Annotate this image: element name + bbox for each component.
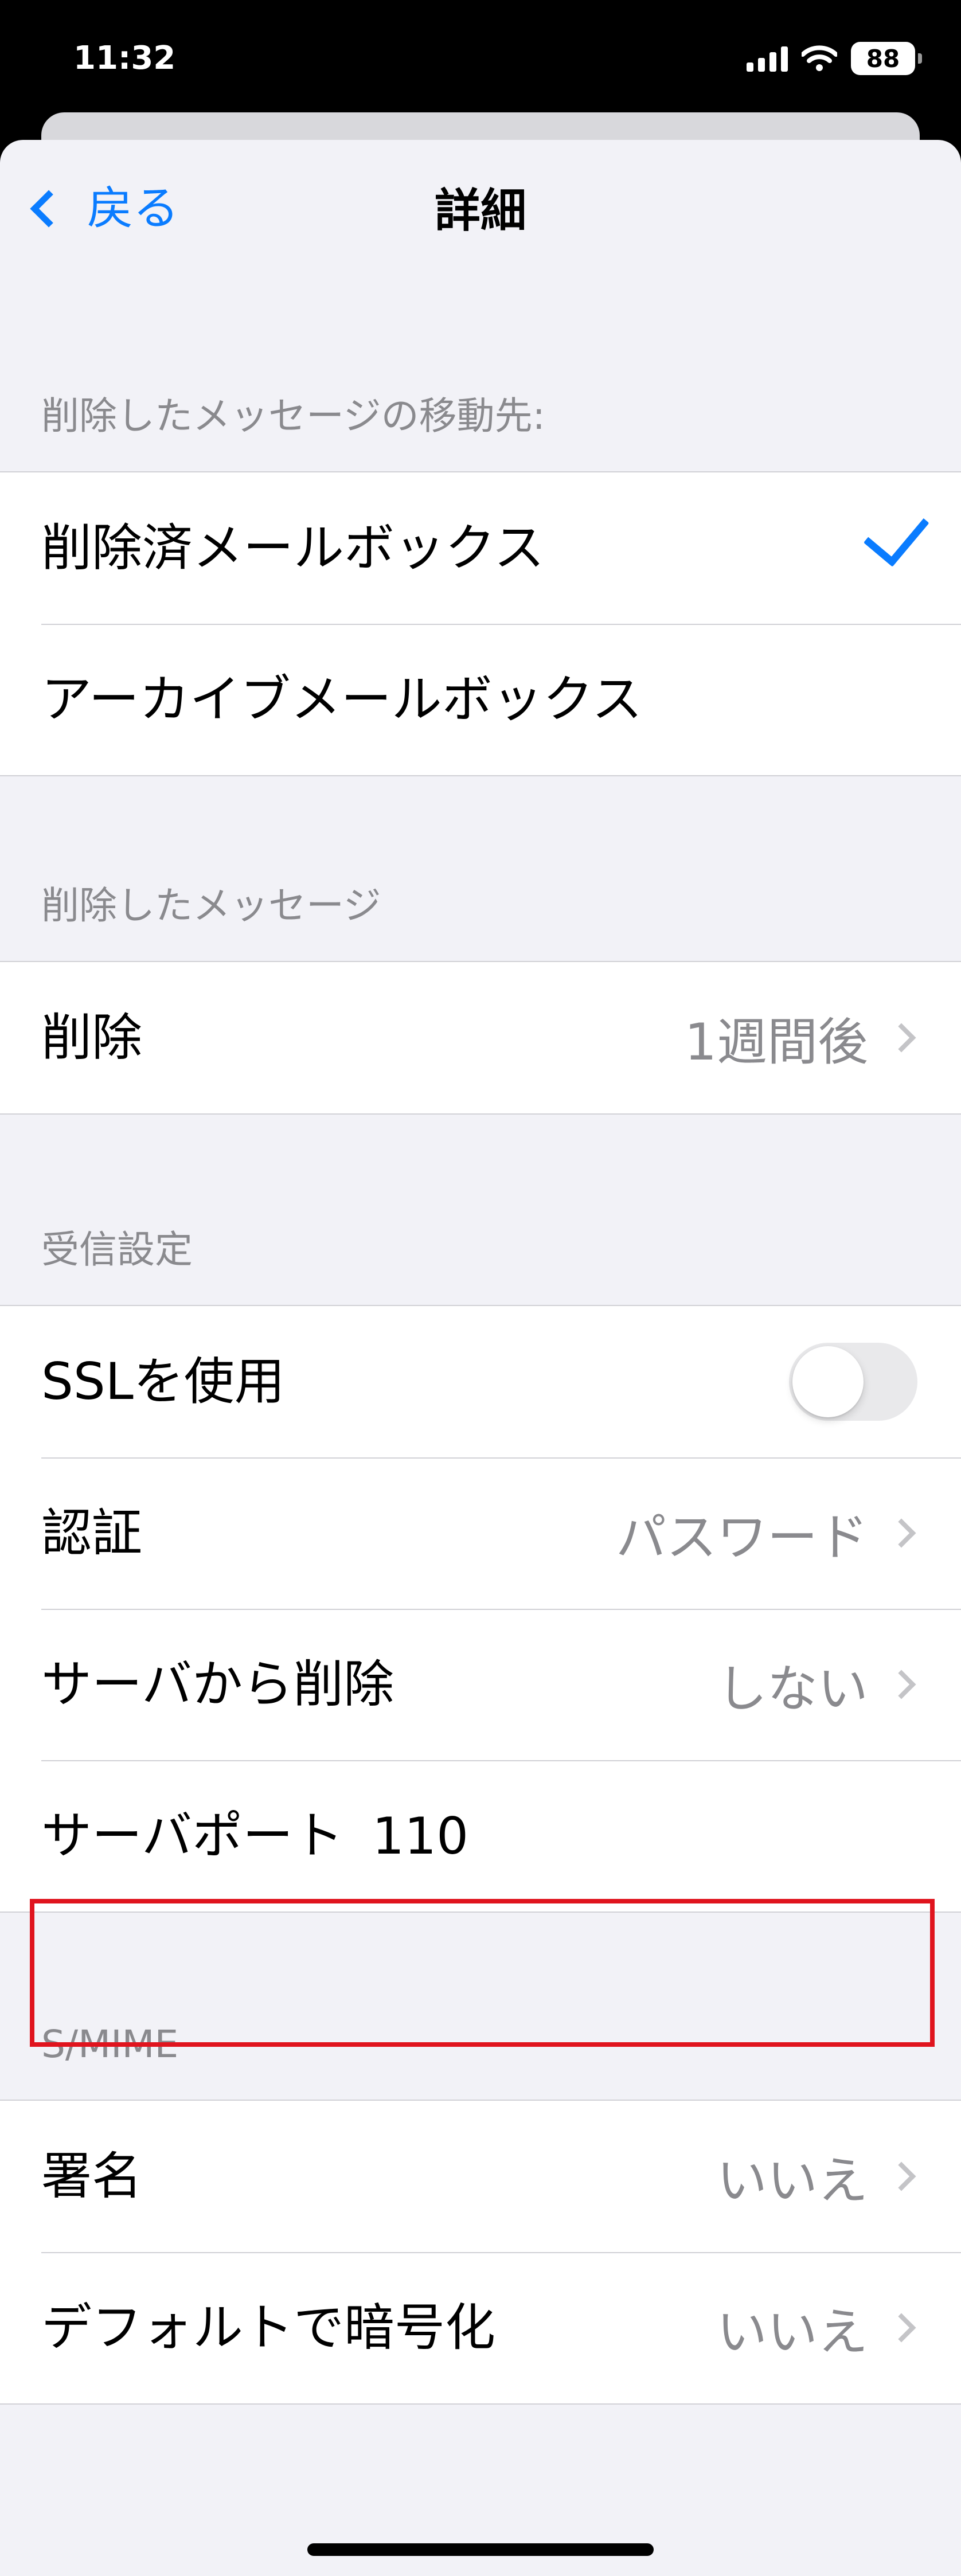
section-header-smime: S/MIME xyxy=(41,2022,179,2066)
row-label: SSLを使用 xyxy=(41,1352,285,1411)
option-label: 削除済メールボックス xyxy=(41,518,545,577)
server-port-row: サーバポート 110 xyxy=(0,1760,961,1912)
move-deleted-group: 削除済メールボックス アーカイブメールボックス xyxy=(0,471,961,776)
status-icons: 88 xyxy=(747,40,922,77)
incoming-settings-group: SSLを使用 認証 パスワード サーバから削除 しない サーバポート 110 xyxy=(0,1305,961,1913)
option-archive-mailbox[interactable]: アーカイブメールボックス xyxy=(0,624,961,775)
row-value: しない xyxy=(716,1659,868,1718)
chevron-right-icon xyxy=(886,2161,916,2191)
server-port-field[interactable]: 110 xyxy=(372,1807,468,1866)
option-deleted-mailbox[interactable]: 削除済メールボックス xyxy=(0,472,961,624)
chevron-right-icon xyxy=(886,2313,916,2343)
delete-after-row[interactable]: 削除 1週間後 xyxy=(0,962,961,1113)
section-header-incoming: 受信設定 xyxy=(41,1228,193,1272)
toggle-knob xyxy=(792,1346,864,1417)
home-indicator[interactable] xyxy=(307,2543,654,2556)
row-label: 削除 xyxy=(41,1008,143,1067)
status-bar: 11:32 88 xyxy=(0,0,961,115)
battery-icon: 88 xyxy=(851,42,922,75)
row-label: サーバから削除 xyxy=(41,1655,394,1714)
navigation-bar: 戻る 詳細 xyxy=(0,140,961,273)
settings-sheet: 戻る 詳細 削除したメッセージの移動先: 削除済メールボックス アーカイブメール… xyxy=(0,140,961,2576)
smime-group: 署名 いいえ デフォルトで暗号化 いいえ xyxy=(0,2100,961,2405)
page-title: 詳細 xyxy=(435,184,526,237)
row-label: サーバポート xyxy=(41,1806,344,1865)
chevron-right-icon xyxy=(886,1518,916,1548)
row-label: 認証 xyxy=(41,1503,143,1562)
row-label: 署名 xyxy=(41,2147,143,2206)
ssl-row: SSLを使用 xyxy=(0,1306,961,1457)
section-header-deleted-messages: 削除したメッセージ xyxy=(41,884,381,928)
encrypt-by-default-row[interactable]: デフォルトで暗号化 いいえ xyxy=(0,2252,961,2403)
row-value: いいえ xyxy=(716,2151,868,2210)
deleted-messages-group: 削除 1週間後 xyxy=(0,961,961,1115)
chevron-right-icon xyxy=(886,1670,916,1699)
row-label: デフォルトで暗号化 xyxy=(41,2298,496,2357)
wifi-icon xyxy=(802,45,837,71)
cellular-signal-icon xyxy=(747,45,788,72)
checkmark-icon xyxy=(863,498,929,567)
row-value: 1週間後 xyxy=(685,1012,868,1072)
authentication-row[interactable]: 認証 パスワード xyxy=(0,1457,961,1609)
delete-from-server-row[interactable]: サーバから削除 しない xyxy=(0,1609,961,1760)
row-value: いいえ xyxy=(716,2302,868,2362)
sign-row[interactable]: 署名 いいえ xyxy=(0,2101,961,2252)
section-header-move-deleted: 削除したメッセージの移動先: xyxy=(41,394,545,438)
status-time: 11:32 xyxy=(73,40,176,77)
chevron-right-icon xyxy=(886,1023,916,1053)
option-label: アーカイブメールボックス xyxy=(41,670,643,729)
ssl-toggle[interactable] xyxy=(789,1343,917,1421)
row-value: パスワード xyxy=(615,1507,868,1567)
